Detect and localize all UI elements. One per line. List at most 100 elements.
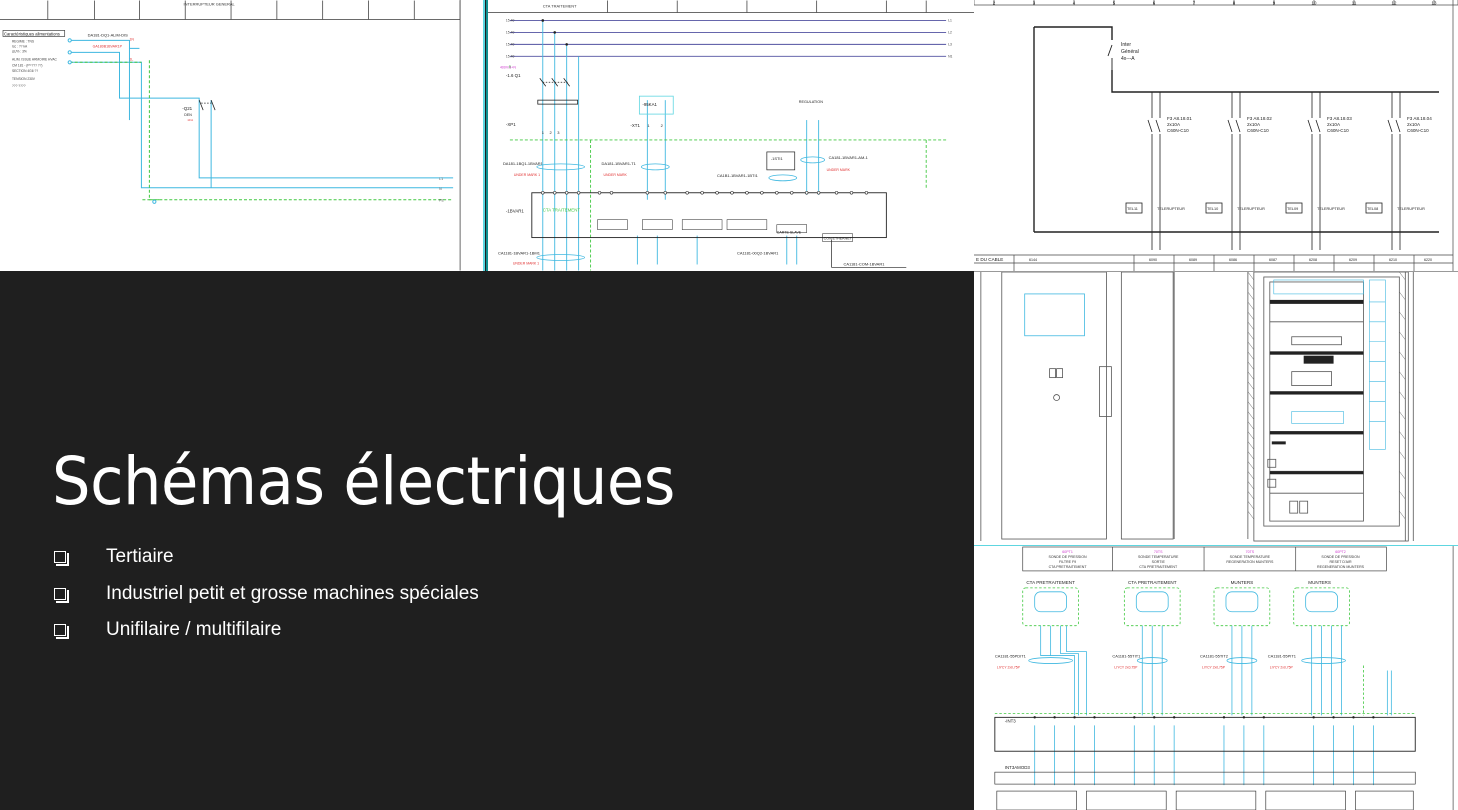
con-ethernet: CON ETHERNET [824, 237, 853, 241]
io-module-box [994, 716, 1416, 752]
col-10: 10 [1312, 1, 1317, 6]
svg-text:15.40: 15.40 [506, 42, 515, 46]
hdr-4-l2: RESET D'AIR [1329, 560, 1352, 564]
bullet-text: Unifilaire / multifilaire [106, 619, 282, 641]
cabinet-layout-thumbnail [974, 271, 1458, 545]
bus-label-l1: L1 [948, 18, 952, 22]
schematic-drawing: CTA TRAITEMENT 15.40 15.40 15.40 15.40 L1 L… [488, 0, 974, 271]
hdr-2-l1: SONDE TEMPERATURE [1138, 555, 1179, 559]
ref-tit1: CA1181-55TIT1 [1112, 654, 1141, 659]
characteristics-lines: REGIME : TNS Icc : ?? kA ΔU% : 3% ALIM. … [12, 39, 58, 88]
svg-text:REGIME : TNS: REGIME : TNS [12, 39, 35, 43]
ref-f: CA1181-00Q2-1BVAR1 [737, 251, 779, 256]
carte-slave: CARTE SLAVE [777, 231, 802, 235]
svg-text:LIYCY 2x0,75P: LIYCY 2x0,75P [1270, 666, 1294, 670]
footer-code-5: 6087 [1269, 258, 1277, 262]
checkbox-bullet-icon [54, 624, 69, 640]
ref-g: CA1181-COM-1BVAR1 [844, 261, 886, 266]
breaker-1-rating: 2x10A [1167, 122, 1181, 127]
group-1: CTA PRETRAITEMENT [1026, 580, 1075, 585]
inter-line2: Général [1121, 49, 1139, 55]
bullet-item: Tertiaire [54, 539, 479, 576]
hdr-2-l3: CTA PRETRAITEMENT [1139, 565, 1178, 569]
device-xp1: -XP1 [506, 122, 516, 127]
bullet-item: Unifilaire / multifilaire [54, 612, 479, 649]
schematic-thumbnail-sensors: 60PT1 SONDE DE PRESSION FILTRE F9 CTA PR… [974, 545, 1458, 810]
bus-label-n1: N1 [948, 54, 952, 58]
device-q21-sub: DEN [184, 113, 192, 117]
group-2: CTA PRETRAITEMENT [1128, 580, 1177, 585]
svg-text:10 A: 10 A [187, 118, 193, 122]
tel-08: TEL08 [1367, 207, 1378, 211]
cta-module-box [531, 192, 887, 239]
schematic-thumbnail-lighting: 2 3 4 5 6 7 8 9 10 11 12 13 Inter Généra… [974, 0, 1458, 271]
footer-code-4: 6086 [1229, 258, 1237, 262]
tel-11: TEL11 [1127, 207, 1138, 211]
svg-text:400V/3+N: 400V/3+N [500, 65, 516, 69]
telerupteur-3: TELERUPTEUR [1317, 207, 1345, 211]
int3-label: -INT3 [1005, 718, 1017, 723]
svg-text:UNDER MARK: UNDER MARK [827, 168, 851, 172]
hdr-4-l1: SONDE DE PRESSION [1321, 555, 1360, 559]
schematic-drawing: INTERRUPTEUR GENERAL Caractéristiques al… [0, 0, 461, 271]
bus-label-l3: L3 [948, 42, 952, 46]
regulation-label: REGULATION [799, 100, 823, 104]
bus-label-l2: L2 [948, 30, 952, 34]
col-12: 12 [1392, 1, 1397, 6]
svg-text:TENSION 230V: TENSION 230V [12, 77, 36, 81]
col-13: 13 [1432, 1, 1437, 6]
device-xt1: -XT1 [630, 123, 640, 128]
tel-10: TEL10 [1207, 207, 1218, 211]
header-cta: CTA TRAITEMENT [543, 4, 577, 9]
breaker-2-curve: C60N-C10 [1247, 128, 1269, 133]
ref-red: GA180B1BVAR1P [93, 44, 123, 48]
schematic-drawing: 60PT1 SONDE DE PRESSION FILTRE F9 CTA PR… [994, 546, 1454, 810]
breaker-symbol [198, 99, 216, 111]
checkbox-bullet-icon [54, 551, 69, 567]
ref-c: CA1B1-1BVAR1-1BTI1 [717, 173, 759, 178]
svg-text:LIYCY 2x0,75P: LIYCY 2x0,75P [997, 666, 1021, 670]
ref-e: CA1181-1BVAR1-1BM1 [498, 251, 541, 256]
footer-label: E DU CABLE [976, 257, 1003, 262]
slide-text-area: Schémas électriques Tertiaire Industriel… [0, 271, 974, 810]
svg-text:SECTION 4G6 ??: SECTION 4G6 ?? [12, 69, 38, 73]
breaker-1-name: F3 A8.18.01 [1167, 116, 1192, 121]
breaker-3-name: F3 A8.18.03 [1327, 116, 1352, 121]
out-label-l1: L1 [439, 177, 443, 181]
hdr-4-l3: REGENERATION MUNTERS [1317, 565, 1365, 569]
hdr-3-l2: REGENERATION MUNTERS [1226, 560, 1274, 564]
footer-code-2: 6090 [1149, 258, 1157, 262]
breaker-2-name: F3 A8.18.02 [1247, 116, 1272, 121]
breaker-3-rating: 2x10A [1327, 122, 1341, 127]
bullet-text: Tertiaire [106, 546, 174, 568]
svg-text:15.40: 15.40 [506, 54, 515, 58]
svg-text:1N: 1N [129, 37, 134, 41]
svg-text:ALIM. ISSUE ARMOIRE HVAC: ALIM. ISSUE ARMOIRE HVAC [12, 57, 58, 61]
breaker-4-name: F3 A8.18.04 [1407, 116, 1432, 121]
characteristics-box-title: Caractéristiques alimentations [4, 31, 60, 36]
inter-line1: Inter [1121, 42, 1131, 48]
device-q1: -1.6 Q1 [506, 73, 521, 78]
svg-text:??? ????: ??? ???? [12, 84, 26, 88]
svg-text:-1STI1: -1STI1 [771, 156, 784, 161]
svg-text:1L: 1L [129, 57, 133, 61]
svg-text:15.40: 15.40 [506, 30, 515, 34]
tel-09: TEL09 [1287, 207, 1298, 211]
svg-text:ΔU% : 3%: ΔU% : 3% [12, 49, 27, 53]
footer-code-3: 6089 [1189, 258, 1197, 262]
ref-alim: DA181-DQ1-ALIM-DIS [88, 32, 128, 37]
svg-text:Icc : ?? kA: Icc : ?? kA [12, 44, 28, 48]
hdr-3-l1: SONDE TEMPERATURE [1230, 555, 1271, 559]
svg-text:UNDER MARK 1: UNDER MARK 1 [514, 173, 540, 177]
breaker-2-rating: 2x10A [1247, 122, 1261, 127]
device-q21: -Q21 [182, 106, 192, 111]
breaker-4-rating: 2x10A [1407, 122, 1421, 127]
hdr-1-code: 60PT1 [1062, 550, 1073, 554]
ref-tit2: CA1181-55TIT2 [1200, 654, 1228, 659]
inter-line3: 4x---A [1121, 56, 1135, 62]
footer-code-7: 6209 [1349, 258, 1357, 262]
hdr-2-code: 70TS [1154, 550, 1163, 554]
hdr-1-l3: CTA PRETRAITEMENT [1049, 565, 1088, 569]
group-3: MUNTERS [1231, 580, 1254, 585]
ref-d: CA181-1BVAR1-AM-1 [829, 155, 869, 160]
